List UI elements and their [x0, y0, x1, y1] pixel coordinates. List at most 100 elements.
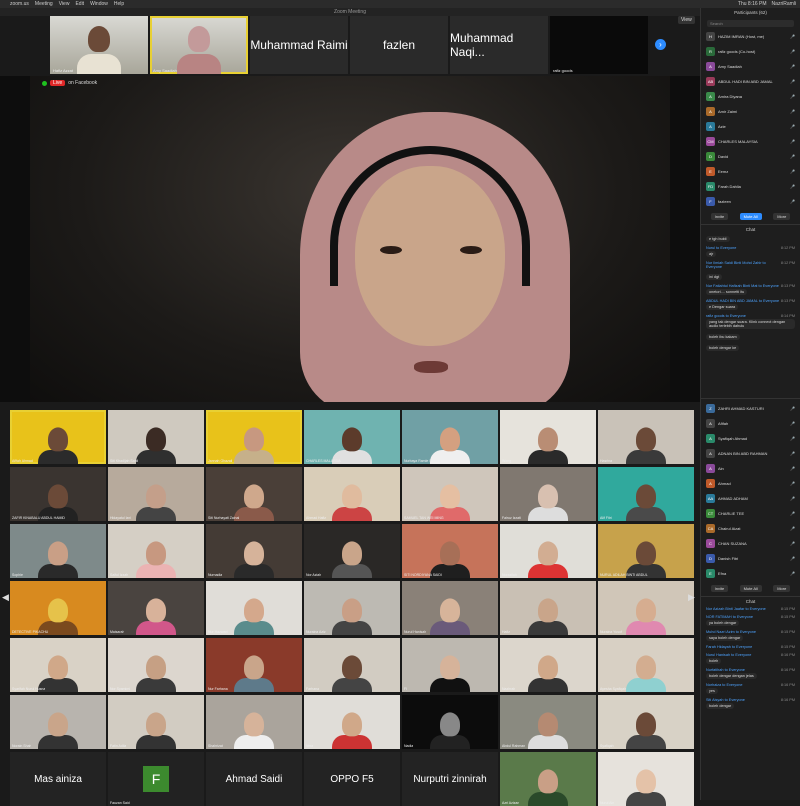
participant-row[interactable]: A Afifah 🎤 [701, 416, 800, 431]
participant-row[interactable]: Ffazleen 🎤 [701, 194, 800, 209]
participant-search-input[interactable]: Search [707, 20, 794, 27]
gallery-tile[interactable]: Siti Khadijah Sahil [108, 410, 204, 464]
participant-row[interactable]: A Ain 🎤 [701, 461, 800, 476]
gallery-tile[interactable]: Nurul Hanisah [402, 581, 498, 635]
gallery-tile[interactable]: Nur Farhana [206, 638, 302, 692]
gallery-tile[interactable]: Vera [304, 695, 400, 749]
next-page-icon[interactable]: ▶ [688, 592, 695, 603]
mic-muted-icon[interactable]: 🎤 [790, 199, 795, 204]
mute-all-button[interactable]: Mute All [739, 585, 762, 592]
mic-muted-icon[interactable]: 🎤 [790, 571, 795, 576]
gallery-tile[interactable]: Mas ainiza [10, 752, 106, 806]
gallery-tile[interactable]: Sophie [10, 524, 106, 578]
participant-row[interactable]: H HAZIM IMRAN (Host, me) 🎤 [701, 29, 800, 44]
gallery-tile[interactable]: Nurul Ain [598, 752, 694, 806]
gallery-tile[interactable]: Norazilah [500, 524, 596, 578]
live-indicator[interactable]: Live on Facebook [42, 80, 97, 86]
participant-row[interactable]: AB ABDUL HADI BIN ABD JAMAL 🎤 [701, 74, 800, 89]
participant-row[interactable]: D Danish Fitri 🎤 [701, 551, 800, 566]
gallery-tile[interactable]: Ahmad Hafiz [304, 467, 400, 521]
gallery-tile[interactable]: Hidayatul Izni [108, 467, 204, 521]
mic-muted-icon[interactable]: 🎤 [790, 124, 795, 129]
participant-row[interactable]: E Eemz 🎤 [701, 164, 800, 179]
gallery-tile[interactable]: Syarifah Nurul Husna [10, 638, 106, 692]
user-name[interactable]: NazriRamli [772, 0, 796, 8]
participant-row[interactable]: Z ZAHRI AHMAD KASTURI 🎤 [701, 401, 800, 416]
gallery-tile[interactable]: FI [402, 638, 498, 692]
mic-muted-icon[interactable]: 🎤 [790, 64, 795, 69]
participant-row[interactable]: CT CHARLIE TEE 🎤 [701, 506, 800, 521]
mic-muted-icon[interactable]: 🎤 [790, 79, 795, 84]
participant-row[interactable]: FD Farah Dahlia 🎤 [701, 179, 800, 194]
gallery-tile[interactable]: NURUL ADILAH BINTI ABDUL [598, 524, 694, 578]
gallery-tile[interactable]: Fairuz Izzati [500, 467, 596, 521]
gallery-tile[interactable]: Farhana [304, 638, 400, 692]
strip-tile[interactable]: fazlen [350, 16, 448, 74]
gallery-tile[interactable]: SAMUEL TAN WEI MING [402, 467, 498, 521]
gallery-tile[interactable]: F Fauzan Said [108, 752, 204, 806]
participant-row[interactable]: CA Chairul Aizat 🎤 [701, 521, 800, 536]
gallery-tile[interactable]: OPPO F5 [304, 752, 400, 806]
gallery-tile[interactable]: Nur Hazwani [206, 581, 302, 635]
gallery-tile[interactable]: Siti Nurhayati Zainal [206, 467, 302, 521]
mic-muted-icon[interactable]: 🎤 [790, 406, 795, 411]
menu-window[interactable]: Window [90, 0, 108, 8]
gallery-tile[interactable]: Syafiqah [598, 695, 694, 749]
gallery-tile[interactable]: Nazhrah [500, 638, 596, 692]
mic-muted-icon[interactable]: 🎤 [790, 541, 795, 546]
strip-tile[interactable]: Hafiz Azzat [50, 16, 148, 74]
gallery-tile[interactable]: Azri Azizan [500, 752, 596, 806]
participant-row[interactable]: A Syafiqah Ahmad 🎤 [701, 431, 800, 446]
participant-row[interactable]: AA AHMAD ADHAM 🎤 [701, 491, 800, 506]
prev-page-icon[interactable]: ◀ [2, 592, 9, 603]
participant-row[interactable]: A Azie 🎤 [701, 119, 800, 134]
mic-muted-icon[interactable]: 🎤 [790, 421, 795, 426]
gallery-tile[interactable]: Nurputri zinnirah [402, 752, 498, 806]
gallery-tile[interactable]: Ahmad Saidi [206, 752, 302, 806]
gallery-tile[interactable]: Nurnadia [206, 524, 302, 578]
participant-row[interactable]: Rrafiz goods (Co-host) 🎤 [701, 44, 800, 59]
menu-help[interactable]: Help [114, 0, 124, 8]
view-button[interactable]: View [678, 16, 695, 24]
gallery-tile[interactable]: Maisarah [108, 581, 204, 635]
mic-muted-icon[interactable]: 🎤 [790, 511, 795, 516]
gallery-tile[interactable]: Nor Aziah [304, 524, 400, 578]
menu-view[interactable]: View [59, 0, 70, 8]
mic-muted-icon[interactable]: 🎤 [790, 34, 795, 39]
gallery-tile[interactable]: Ayesha Syafiqah [598, 638, 694, 692]
gallery-tile[interactable]: Hafiz [500, 581, 596, 635]
invite-button[interactable]: Invite [710, 585, 729, 592]
mic-muted-icon[interactable]: 🎤 [790, 496, 795, 501]
mic-muted-icon[interactable]: 🎤 [790, 139, 795, 144]
gallery-tile[interactable]: Nurbaya Ramle Sabrina [402, 410, 498, 464]
gallery-tile[interactable]: Norain Shah [10, 695, 106, 749]
mute-all-button[interactable]: Mute All [739, 213, 762, 220]
participant-row[interactable]: A ADNAN BIN ABD RAHMAN 🎤 [701, 446, 800, 461]
participant-row[interactable]: D David 🎤 [701, 149, 800, 164]
participant-row[interactable]: A Amy Saadiah 🎤 [701, 59, 800, 74]
gallery-tile[interactable]: Shahrizat [206, 695, 302, 749]
mic-muted-icon[interactable]: 🎤 [790, 436, 795, 441]
more-button[interactable]: More [773, 585, 791, 592]
next-page-button[interactable]: › [655, 39, 666, 50]
gallery-tile[interactable]: Saiful Izzah [108, 524, 204, 578]
participant-row[interactable]: A Ahmad 🎤 [701, 476, 800, 491]
gallery-tile[interactable]: Nor Syamimi [108, 638, 204, 692]
gallery-tile[interactable]: Wong [500, 410, 596, 464]
gallery-tile[interactable]: Jannah Ghazali [206, 410, 302, 464]
gallery-tile[interactable]: Nadia [402, 695, 498, 749]
gallery-tile[interactable]: Afifah Ahmad [10, 410, 106, 464]
strip-tile[interactable]: Muhammad Raimi [250, 16, 348, 74]
gallery-tile[interactable]: ZAFIR KINABALU ABDUL HAMID [10, 467, 106, 521]
gallery-tile[interactable]: DETECTIVE PIKACHU [10, 581, 106, 635]
participant-row[interactable]: A Amir Zaimi 🎤 [701, 104, 800, 119]
more-button[interactable]: More [773, 213, 791, 220]
gallery-tile[interactable]: Hasrina [598, 410, 694, 464]
gallery-tile[interactable]: SITI NORDIYANA SAIDI [402, 524, 498, 578]
gallery-tile[interactable]: Alif Fitri [598, 467, 694, 521]
gallery-tile[interactable]: Fatin Adila [108, 695, 204, 749]
invite-button[interactable]: Invite [710, 213, 729, 220]
participant-row[interactable]: E Efna 🎤 [701, 566, 800, 581]
menu-meeting[interactable]: Meeting [35, 0, 53, 8]
participant-row[interactable]: C CHAN SUZANA 🎤 [701, 536, 800, 551]
